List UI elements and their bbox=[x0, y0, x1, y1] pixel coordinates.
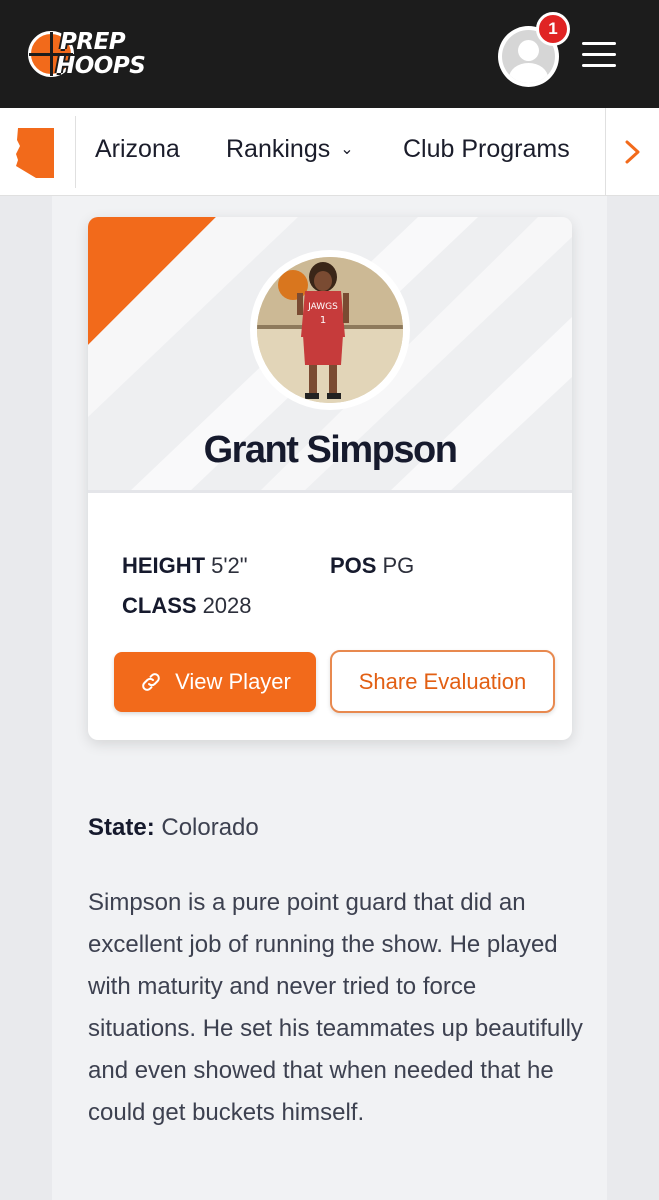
state-label: State: bbox=[88, 814, 155, 841]
logo-line-1: PREP bbox=[60, 29, 126, 55]
nav-item-club-programs[interactable]: Club Programs bbox=[403, 134, 570, 164]
stat-position: POS PG bbox=[330, 553, 414, 579]
stat-height: HEIGHT 5'2" bbox=[122, 553, 248, 579]
chevron-right-icon bbox=[625, 140, 639, 164]
nav-divider bbox=[75, 116, 76, 188]
state-line: State: Colorado bbox=[88, 814, 259, 842]
prep-hoops-logo[interactable]: PREP HOOPS bbox=[24, 27, 158, 83]
menu-icon[interactable] bbox=[582, 40, 616, 70]
logo-text: PREP HOOPS bbox=[54, 27, 158, 81]
view-player-button[interactable]: View Player bbox=[114, 652, 316, 712]
jersey-number: 1 bbox=[320, 315, 326, 326]
logo-line-2: HOOPS bbox=[56, 53, 146, 79]
sub-navigation: Arizona Rankings ⌄ Club Programs bbox=[0, 108, 659, 196]
player-photo-frame: JAWGS 1 bbox=[250, 250, 410, 410]
player-name: Grant Simpson bbox=[203, 429, 458, 471]
jersey-text: JAWGS bbox=[307, 302, 338, 312]
stat-class: CLASS 2028 bbox=[122, 593, 252, 619]
link-icon bbox=[142, 673, 160, 691]
pos-label: POS bbox=[330, 553, 377, 578]
class-value: 2028 bbox=[202, 593, 252, 618]
state-value: Colorado bbox=[161, 814, 259, 841]
player-photo: JAWGS 1 bbox=[257, 257, 403, 403]
top-header: PREP HOOPS 1 bbox=[0, 0, 659, 108]
nav-scroll-right-button[interactable] bbox=[605, 108, 659, 196]
arizona-state-icon[interactable] bbox=[14, 126, 58, 180]
height-value: 5'2" bbox=[211, 553, 248, 578]
view-player-label: View Player bbox=[175, 669, 291, 694]
share-evaluation-button[interactable]: Share Evaluation bbox=[330, 650, 555, 713]
chevron-down-icon: ⌄ bbox=[340, 141, 354, 158]
nav-item-rankings[interactable]: Rankings ⌄ bbox=[226, 134, 354, 165]
height-label: HEIGHT bbox=[122, 553, 206, 578]
nav-item-arizona[interactable]: Arizona bbox=[95, 134, 180, 164]
pos-value: PG bbox=[382, 553, 415, 578]
class-label: CLASS bbox=[122, 593, 197, 618]
nav-rankings-label: Rankings bbox=[226, 135, 331, 163]
notification-badge[interactable]: 1 bbox=[536, 12, 570, 46]
evaluation-text: Simpson is a pure point guard that did a… bbox=[88, 889, 583, 1126]
player-card-header: JAWGS 1 Grant Simpson bbox=[88, 217, 572, 493]
